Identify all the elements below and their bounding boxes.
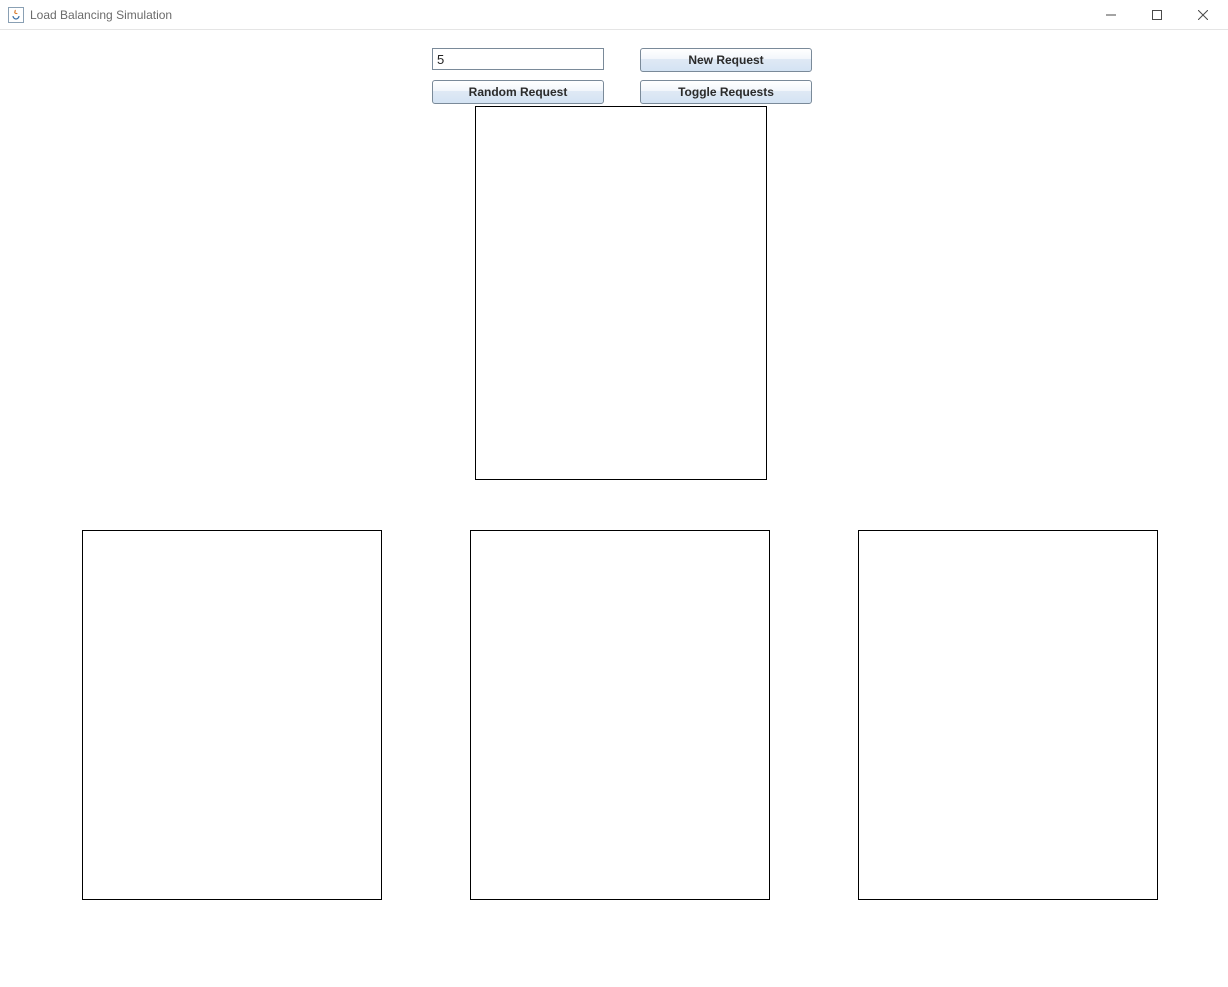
server-panel-2 xyxy=(470,530,770,900)
random-request-button[interactable]: Random Request xyxy=(432,80,604,104)
server-panel-3 xyxy=(858,530,1158,900)
window-controls xyxy=(1088,0,1226,29)
content-area: New Request Random Request Toggle Reques… xyxy=(0,30,1228,987)
maximize-button[interactable] xyxy=(1134,0,1180,29)
close-button[interactable] xyxy=(1180,0,1226,29)
minimize-button[interactable] xyxy=(1088,0,1134,29)
new-request-button[interactable]: New Request xyxy=(640,48,812,72)
java-icon xyxy=(8,7,24,23)
toggle-requests-button[interactable]: Toggle Requests xyxy=(640,80,812,104)
load-balancer-panel xyxy=(475,106,767,480)
server-panel-1 xyxy=(82,530,382,900)
titlebar: Load Balancing Simulation xyxy=(0,0,1228,30)
request-count-input[interactable] xyxy=(432,48,604,70)
controls-panel: New Request Random Request Toggle Reques… xyxy=(432,48,812,104)
window-title: Load Balancing Simulation xyxy=(30,8,172,22)
